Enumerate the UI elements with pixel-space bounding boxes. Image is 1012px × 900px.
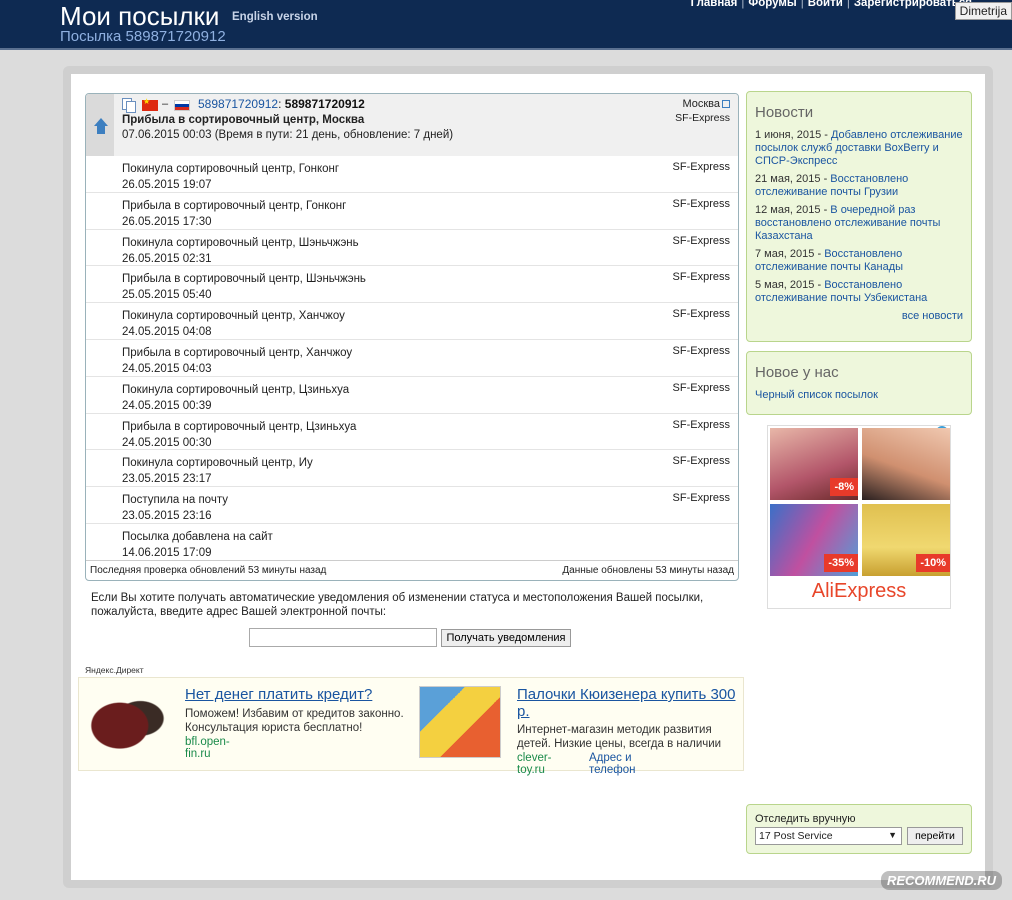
external-link-icon[interactable] <box>722 100 730 108</box>
manual-track-label: Отследить вручную <box>755 813 856 825</box>
list-item: Покинула сортировочный центр, Иу 23.05.20… <box>86 450 738 488</box>
current-status-date: 07.06.2015 00:03 (Время в пути: 21 день,… <box>122 129 454 141</box>
current-status-text: Прибыла в сортировочный центр, Москва <box>122 114 365 126</box>
arrow-up-icon <box>94 118 108 126</box>
list-item: Прибыла в сортировочный центр, Цзиньхуа 2… <box>86 414 738 451</box>
list-item: Прибыла в сортировочный центр, Гонконг 26… <box>86 193 738 230</box>
manual-track-box: Отследить вручную 17 Post Service ▼ перей… <box>746 804 972 854</box>
direct-ads: Нет денег платить кредит? Поможем! Избав… <box>78 677 744 776</box>
ad-title[interactable]: Нет денег платить кредит? <box>185 686 405 703</box>
aliexpress-logo: AliExpress <box>811 580 907 602</box>
watermark: RECOMMEND.RU <box>880 871 1002 890</box>
list-item: Покинула сортировочный центр, Гонконг 26.… <box>86 156 738 193</box>
ad-title[interactable]: Палочки Кюизенера купить 300 р. <box>517 686 737 720</box>
copy-icon[interactable] <box>122 98 136 113</box>
tracking-footer: Последняя проверка обновлений 53 минуты … <box>86 560 738 580</box>
new-with-us-title: Новое у нас <box>755 364 839 381</box>
list-item: Посылка добавлена на сайт 14.06.2015 17:0… <box>86 524 738 561</box>
russia-flag-icon <box>174 100 190 111</box>
current-carrier: SF-Express <box>675 112 730 124</box>
subscribe-button[interactable]: Получать уведомления <box>441 629 571 647</box>
china-flag-icon <box>142 97 158 111</box>
list-item: Покинула сортировочный центр, Цзиньхуа 24… <box>86 377 738 414</box>
news-item: 5 мая, 2015 - Восстановлено отслеживание… <box>755 279 928 304</box>
site-header: Мои посылки English version Посылка 5898… <box>0 0 1012 50</box>
list-item: Поступила на почту 23.05.2015 23:16 SF-Exp… <box>86 487 738 524</box>
data-updated-text: Данные обновлены 53 минуты назад <box>562 565 734 576</box>
event-list: Покинула сортировочный центр, Гонконг 26.… <box>86 156 738 561</box>
all-news-link[interactable]: все новости <box>902 310 963 322</box>
ad-address-link[interactable]: Адрес и телефон <box>589 752 635 776</box>
aliexpress-ad[interactable]: ✕ i -8% -35% -10% AliExpress <box>767 425 951 609</box>
chevron-down-icon: ▼ <box>888 830 897 840</box>
news-item: 21 мая, 2015 - Восстановлено отслеживани… <box>755 173 909 198</box>
news-title: Новости <box>755 104 814 121</box>
user-badge: Dimetrija <box>954 2 1012 20</box>
direct-label: Яндекс.Директ <box>85 665 144 675</box>
news-item: 7 мая, 2015 - Восстановлено отслеживание… <box>755 248 904 273</box>
ad-image[interactable] <box>419 686 501 758</box>
ad-link[interactable]: bfl.open-fin.ru <box>185 736 230 760</box>
ad-product-image: -35% <box>770 504 858 576</box>
page-subtitle: Посылка 589871720912 <box>60 28 226 45</box>
list-item: Прибыла в сортировочный центр, Шэньчжэнь… <box>86 266 738 304</box>
collapse-toggle[interactable] <box>86 94 114 156</box>
nav-login[interactable]: Войти <box>808 0 843 9</box>
ad-body: Интернет-магазин методик развития детей.… <box>517 724 722 750</box>
nav-home[interactable]: Главная <box>691 0 738 9</box>
tracking-number-link[interactable]: 589871720912 <box>198 97 278 111</box>
ad-body: Поможем! Избавим от кредитов законно. Ко… <box>185 708 404 734</box>
nav-forums[interactable]: Форумы <box>748 0 796 9</box>
new-with-us-box: Новое у нас Черный список посылок <box>746 351 972 415</box>
news-item: 1 июня, 2015 - Добавлено отслеживание по… <box>755 129 963 167</box>
ad-product-image <box>862 428 950 500</box>
ad-product-image: -8% <box>770 428 858 500</box>
ad-product-image: -10% <box>862 504 950 576</box>
service-select[interactable]: 17 Post Service ▼ <box>755 827 902 845</box>
ad-link[interactable]: clever-toy.ru <box>517 752 552 776</box>
news-box: Новости 1 июня, 2015 - Добавлено отслежи… <box>746 91 972 342</box>
blacklist-link[interactable]: Черный список посылок <box>755 389 878 401</box>
current-status: – 589871720912: 589871720912 Прибыла в с… <box>86 94 738 156</box>
ad-image[interactable] <box>87 686 169 758</box>
news-item: 12 мая, 2015 - В очередной раз восстанов… <box>755 204 941 242</box>
tracking-box: – 589871720912: 589871720912 Прибыла в с… <box>85 93 739 581</box>
notify-description: Если Вы хотите получать автоматические у… <box>91 592 704 618</box>
english-version-link[interactable]: English version <box>232 11 318 23</box>
email-field[interactable] <box>249 628 437 647</box>
tracking-number: 589871720912: 589871720912 <box>198 97 365 111</box>
top-nav: Главная | Форумы | Войти | Зарегистрироваться <box>691 0 972 9</box>
last-check-text: Последняя проверка обновлений 53 минуты … <box>90 565 327 576</box>
list-item: Покинула сортировочный центр, Ханчжоу 24.… <box>86 303 738 340</box>
current-city: Москва <box>682 98 730 110</box>
go-button[interactable]: перейти <box>907 827 963 845</box>
list-item: Прибыла в сортировочный центр, Ханчжоу 24… <box>86 340 738 377</box>
list-item: Покинула сортировочный центр, Шэньчжэнь 2… <box>86 230 738 267</box>
